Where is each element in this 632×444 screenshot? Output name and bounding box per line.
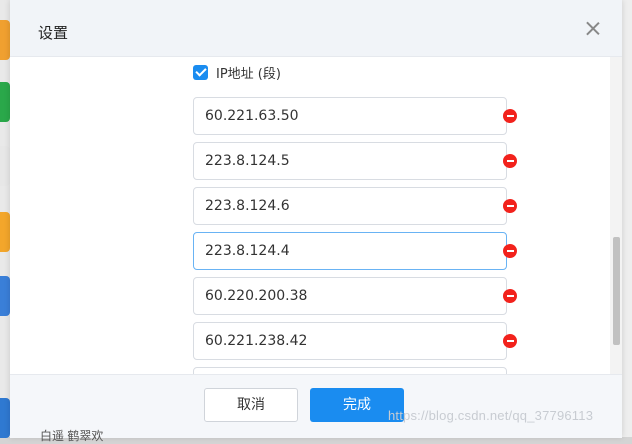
background-app-icon (0, 82, 10, 122)
remove-icon[interactable] (503, 334, 517, 348)
ip-input[interactable] (193, 367, 507, 374)
ip-row (193, 367, 533, 374)
ip-row: 60.221.238.42 (193, 322, 533, 360)
background-text: 白遥 鹤翠欢 (40, 429, 104, 443)
ip-row: 223.8.124.4 (193, 232, 533, 270)
remove-icon[interactable] (503, 244, 517, 258)
ip-input[interactable]: 60.221.63.50 (193, 97, 507, 135)
ip-input[interactable]: 223.8.124.5 (193, 142, 507, 180)
background-app-icon (0, 20, 10, 60)
ip-row: 60.220.200.38 (193, 277, 533, 315)
background-right-strip (622, 0, 632, 437)
dialog-header: 设置 (10, 0, 622, 57)
ip-row: 223.8.124.6 (193, 187, 533, 225)
remove-icon[interactable] (503, 109, 517, 123)
scrollbar-thumb[interactable] (613, 237, 620, 345)
ip-input[interactable]: 223.8.124.6 (193, 187, 507, 225)
ip-checkbox-label: IP地址 (段) (216, 66, 281, 82)
dialog-title: 设置 (38, 24, 69, 42)
cancel-button[interactable]: 取消 (204, 388, 298, 422)
background-app-icon (0, 338, 10, 378)
remove-icon[interactable] (503, 199, 517, 213)
close-icon[interactable] (582, 18, 604, 40)
ip-row: 223.8.124.5 (193, 142, 533, 180)
dialog-body: IP地址 (段) 60.221.63.50 223.8.124.5 223.8.… (10, 57, 610, 374)
scrollbar[interactable] (610, 57, 622, 374)
ip-input[interactable]: 223.8.124.4 (193, 232, 507, 270)
remove-icon[interactable] (503, 154, 517, 168)
ip-checkbox[interactable] (193, 64, 208, 80)
ip-input[interactable]: 60.220.200.38 (193, 277, 507, 315)
background-app-icon (0, 276, 10, 316)
background-app-strip (0, 0, 10, 438)
settings-dialog: 设置 IP地址 (段) 60.221.63.50 223.8.124.5 223… (10, 0, 622, 438)
ip-row: 60.221.63.50 (193, 97, 533, 135)
watermark: https://blog.csdn.net/qq_37796113 (388, 408, 594, 423)
background-app-icon (0, 146, 10, 186)
remove-icon[interactable] (503, 289, 517, 303)
background-app-icon (0, 212, 10, 252)
background-app-icon (0, 398, 10, 438)
ip-checkbox-row[interactable]: IP地址 (段) (193, 63, 281, 82)
ip-input[interactable]: 60.221.238.42 (193, 322, 507, 360)
